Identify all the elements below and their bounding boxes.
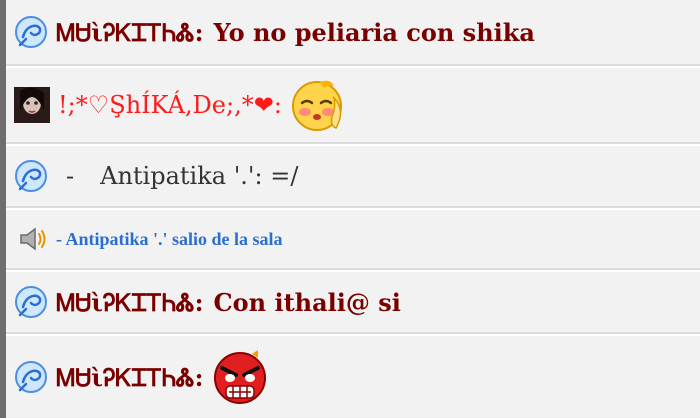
- blushing-face-emoji: [290, 76, 348, 134]
- sender-name: !;*♡ŞhÍKÁ,De;,*❤:: [58, 91, 282, 119]
- swirl-icon: [14, 360, 48, 394]
- avatar: [14, 87, 50, 123]
- chat-message: ᎷᏌὶᎮᏦᏆᎢᏂᏜ: Con ithali@ si: [6, 272, 700, 334]
- angry-face-emoji: [212, 348, 268, 406]
- chat-message: ᎷᏌὶᎮᏦᏆᎢᏂᏜ:: [6, 336, 700, 418]
- system-message-text: - Antipatika '.' salio de la sala: [56, 228, 283, 249]
- message-dash: -: [66, 162, 75, 190]
- swirl-icon: [14, 15, 48, 49]
- system-message: - Antipatika '.' salio de la sala: [6, 210, 700, 270]
- message-text: Con ithali@ si: [213, 287, 401, 317]
- chat-message: !;*♡ŞhÍKÁ,De;,*❤:: [6, 68, 700, 144]
- message-text: Antipatika '.': =/: [100, 162, 299, 190]
- chat-message: ᎷᏌὶᎮᏦᏆᎢᏂᏜ: Yo no peliaria con shika: [6, 0, 700, 66]
- swirl-icon: [14, 285, 48, 319]
- chat-message: - Antipatika '.': =/: [6, 146, 700, 208]
- message-text: Yo no peliaria con shika: [213, 17, 535, 47]
- sender-name: ᎷᏌὶᎮᏦᏆᎢᏂᏜ:: [56, 17, 204, 47]
- swirl-icon: [14, 159, 48, 193]
- sender-name: ᎷᏌὶᎮᏦᏆᎢᏂᏜ:: [56, 287, 204, 317]
- speaker-icon: [18, 226, 48, 252]
- chat-log: ᎷᏌὶᎮᏦᏆᎢᏂᏜ: Yo no peliaria con shika !;*♡…: [0, 0, 700, 418]
- sender-name: ᎷᏌὶᎮᏦᏆᎢᏂᏜ:: [56, 362, 204, 392]
